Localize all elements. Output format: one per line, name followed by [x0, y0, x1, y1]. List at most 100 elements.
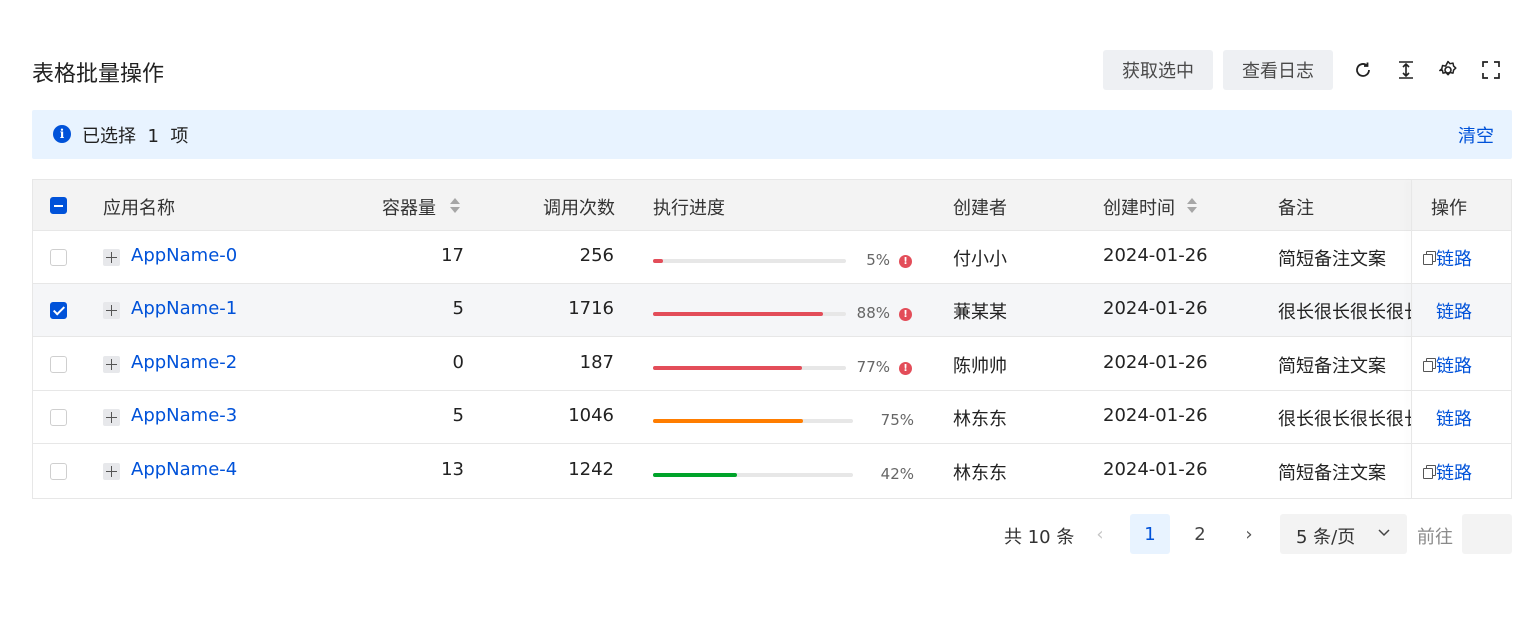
selection-alert: i 已选择 1 项 清空 — [32, 110, 1512, 159]
created-time-value: 2024-01-26 — [1103, 245, 1208, 266]
table-row[interactable]: AppName-4 13 1242 42% 林东东 2024-01-26 简短备注文案 链路 — [33, 444, 1511, 498]
progress-track — [653, 419, 853, 424]
error-icon: ! — [899, 308, 912, 322]
copy-icon[interactable] — [1423, 464, 1436, 479]
column-header-calls: 调用次数 — [543, 198, 615, 219]
table-row[interactable]: AppName-1 5 1716 88%! 蒹某某 2024-01-26 很长很长很长很长很… — [33, 284, 1511, 338]
progress-track — [653, 365, 846, 370]
column-header-remark: 备注 — [1278, 198, 1314, 219]
progress-label: 77% — [856, 357, 890, 376]
data-table: 应用名称 容器量 调用次数 执行进度 创建者 创建时间 备注 操作 AppNam… — [32, 179, 1512, 499]
page-title: 表格批量操作 — [32, 62, 165, 87]
chevron-down-icon — [1378, 529, 1390, 537]
copy-icon[interactable] — [1423, 357, 1436, 372]
progress-fill — [653, 419, 803, 424]
prev-page-icon[interactable]: ‹ — [1088, 522, 1112, 546]
progress-track — [653, 312, 846, 317]
progress-fill — [653, 472, 737, 477]
fixed-column-divider — [1411, 180, 1412, 498]
sort-icon[interactable] — [450, 198, 460, 214]
row-checkbox[interactable] — [50, 409, 67, 427]
app-name-link[interactable]: AppName-0 — [131, 245, 237, 266]
row-checkbox[interactable] — [50, 462, 67, 480]
table-row[interactable]: AppName-0 17 256 5%! 付小小 2024-01-26 简短备注文案 链路 — [33, 231, 1511, 284]
row-checkbox[interactable] — [50, 355, 67, 373]
expand-icon[interactable] — [103, 462, 120, 480]
column-header-capacity[interactable]: 容器量 — [382, 194, 436, 220]
remark-text: 很长很长很长很长很长很长很长很长很长很长 — [1278, 409, 1411, 431]
next-page-icon[interactable]: › — [1237, 522, 1261, 546]
error-icon: ! — [899, 361, 912, 375]
creator-value: 林东东 — [953, 462, 1007, 484]
capacity-value: 0 — [452, 351, 464, 373]
refresh-icon[interactable] — [1351, 58, 1375, 82]
expand-icon[interactable] — [103, 409, 120, 427]
trace-link[interactable]: 链路 — [1436, 298, 1472, 324]
copy-icon[interactable] — [1423, 251, 1436, 265]
fullscreen-icon[interactable] — [1479, 58, 1503, 82]
progress-label: 5% — [866, 251, 890, 269]
creator-value: 付小小 — [953, 249, 1007, 270]
progress-fill — [653, 312, 823, 317]
app-name-link[interactable]: AppName-4 — [131, 459, 237, 480]
column-header-created-time[interactable]: 创建时间 — [1103, 194, 1175, 220]
table-toolbar: 表格批量操作 获取选中 查看日志 — [32, 50, 1512, 90]
table-header: 应用名称 容器量 调用次数 执行进度 创建者 创建时间 备注 操作 — [33, 180, 1511, 231]
progress-track — [653, 472, 853, 477]
trace-link[interactable]: 链路 — [1436, 459, 1472, 485]
page-size-select[interactable]: 5 条/页 — [1280, 514, 1407, 554]
column-height-icon[interactable] — [1394, 58, 1418, 82]
capacity-value: 5 — [452, 405, 464, 427]
expand-icon[interactable] — [103, 302, 120, 320]
expand-icon[interactable] — [103, 249, 120, 266]
progress-track — [653, 259, 846, 263]
goto-page-input[interactable] — [1462, 514, 1512, 554]
trace-link[interactable]: 链路 — [1436, 352, 1472, 378]
creator-value: 陈帅帅 — [953, 355, 1007, 377]
calls-value: 256 — [579, 245, 614, 266]
total-count: 共 10 条 — [1004, 527, 1075, 548]
page-button-1[interactable]: 1 — [1130, 514, 1170, 554]
calls-value: 1242 — [568, 458, 614, 480]
column-header-action: 操作 — [1431, 198, 1467, 219]
pagination: 共 10 条 ‹ 1 2 › 5 条/页 前往 — [0, 514, 1539, 554]
get-selected-button[interactable]: 获取选中 — [1103, 50, 1213, 90]
row-checkbox[interactable] — [50, 302, 67, 320]
row-checkbox[interactable] — [50, 249, 67, 266]
table-row[interactable]: AppName-2 0 187 77%! 陈帅帅 2024-01-26 简短备注文案 链路 — [33, 337, 1511, 391]
goto-label: 前往 — [1417, 527, 1453, 548]
select-all-checkbox[interactable] — [50, 197, 67, 214]
created-time-value: 2024-01-26 — [1103, 351, 1208, 373]
capacity-value: 5 — [452, 298, 464, 320]
remark-text: 简短备注文案 — [1278, 249, 1386, 270]
created-time-value: 2024-01-26 — [1103, 458, 1208, 480]
app-name-link[interactable]: AppName-2 — [131, 352, 237, 373]
column-header-name: 应用名称 — [103, 198, 175, 219]
view-log-button[interactable]: 查看日志 — [1223, 50, 1333, 90]
app-name-link[interactable]: AppName-3 — [131, 405, 237, 426]
progress-fill — [653, 259, 663, 263]
trace-link[interactable]: 链路 — [1436, 245, 1472, 271]
remark-text: 简短备注文案 — [1278, 462, 1386, 484]
creator-value: 蒹某某 — [953, 302, 1007, 324]
settings-icon[interactable] — [1436, 58, 1460, 82]
calls-value: 1716 — [568, 298, 614, 320]
progress-label: 42% — [880, 464, 914, 483]
page-button-2[interactable]: 2 — [1180, 514, 1220, 554]
app-name-link[interactable]: AppName-1 — [131, 298, 237, 319]
created-time-value: 2024-01-26 — [1103, 298, 1208, 320]
error-icon: ! — [899, 255, 912, 268]
capacity-value: 13 — [441, 458, 464, 480]
table-row[interactable]: AppName-3 5 1046 75% 林东东 2024-01-26 很长很长很长很长很长… — [33, 391, 1511, 445]
clear-selection-link[interactable]: 清空 — [1458, 122, 1494, 148]
trace-link[interactable]: 链路 — [1436, 405, 1472, 431]
progress-label: 75% — [880, 411, 914, 430]
created-time-value: 2024-01-26 — [1103, 405, 1208, 427]
page-size-label: 5 条/页 — [1296, 527, 1356, 548]
progress-fill — [653, 365, 802, 370]
creator-value: 林东东 — [953, 409, 1007, 431]
progress-label: 88% — [856, 304, 890, 323]
sort-icon[interactable] — [1187, 198, 1197, 214]
remark-text: 简短备注文案 — [1278, 355, 1386, 377]
expand-icon[interactable] — [103, 355, 120, 373]
